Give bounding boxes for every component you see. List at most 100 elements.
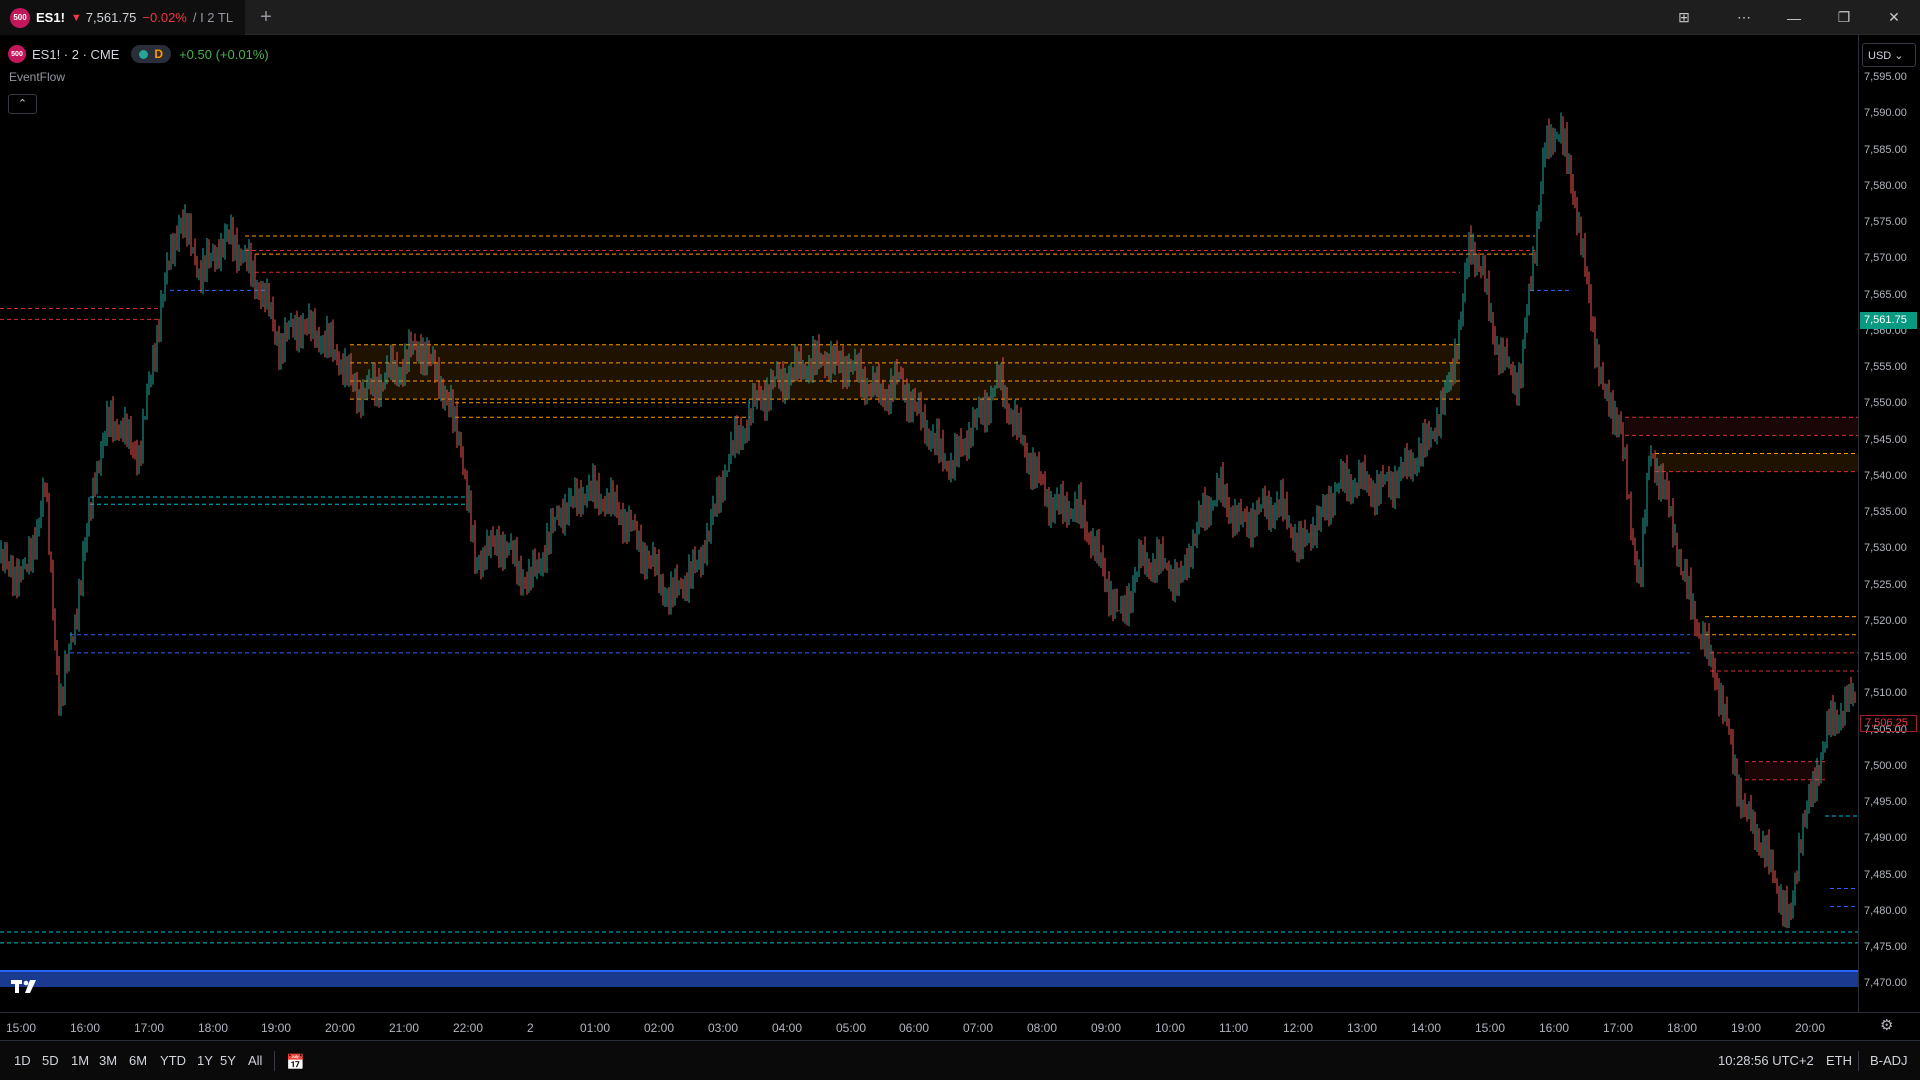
time-tick-label: 09:00 bbox=[1091, 1021, 1122, 1035]
time-tick-label: 14:00 bbox=[1411, 1021, 1442, 1035]
candles bbox=[0, 112, 1856, 929]
alt-price-label: 7,506.25 bbox=[1860, 715, 1917, 732]
legend-logo: 500 bbox=[8, 45, 26, 63]
price-tick-label: 7,580.00 bbox=[1864, 179, 1907, 192]
time-tick-label: 19:00 bbox=[261, 1021, 292, 1035]
time-tick-label: 10:00 bbox=[1155, 1021, 1186, 1035]
range-all[interactable]: All bbox=[248, 1053, 262, 1068]
range-1d[interactable]: 1D bbox=[14, 1053, 31, 1068]
time-tick-label: 21:00 bbox=[389, 1021, 420, 1035]
time-tick-label: 07:00 bbox=[963, 1021, 994, 1035]
time-tick-label: 16:00 bbox=[1539, 1021, 1570, 1035]
time-tick-label: 2 bbox=[527, 1021, 534, 1035]
range-5d[interactable]: 5D bbox=[42, 1053, 59, 1068]
orange-zone bbox=[1655, 453, 1858, 472]
price-tick-label: 7,515.00 bbox=[1864, 651, 1907, 663]
price-tick-label: 7,590.00 bbox=[1864, 107, 1907, 120]
tab-change: −0.02% bbox=[142, 10, 187, 25]
more-icon[interactable]: ⋯ bbox=[1720, 0, 1768, 35]
time-tick-label: 20:00 bbox=[1795, 1021, 1826, 1035]
red-zone bbox=[1625, 417, 1858, 436]
time-tick-label: 06:00 bbox=[899, 1021, 930, 1035]
time-tick-label: 17:00 bbox=[1603, 1021, 1634, 1035]
price-tick-label: 7,535.00 bbox=[1864, 506, 1907, 518]
price-tick-label: 7,470.00 bbox=[1864, 977, 1907, 990]
title-bar: 500 ES1! ▼ 7,561.75 −0.02% / I 2 TL + ⊞ … bbox=[0, 0, 1920, 35]
close-button[interactable]: ✕ bbox=[1870, 0, 1918, 35]
range-6m[interactable]: 6M bbox=[129, 1053, 147, 1068]
time-tick-label: 17:00 bbox=[134, 1021, 165, 1035]
price-tick-label: 7,525.00 bbox=[1864, 578, 1907, 591]
price-tick-label: 7,595.00 bbox=[1864, 71, 1907, 83]
indicator-name[interactable]: EventFlow bbox=[9, 70, 65, 84]
price-tick-label: 7,495.00 bbox=[1864, 796, 1907, 808]
time-tick-label: 13:00 bbox=[1347, 1021, 1378, 1035]
range-ytd[interactable]: YTD bbox=[160, 1053, 186, 1068]
chart-tab[interactable]: 500 ES1! ▼ 7,561.75 −0.02% / I 2 TL bbox=[0, 0, 245, 35]
time-axis[interactable]: 15:00 16:00 17:00 18:00 19:00 20:00 21:00 22:00… bbox=[0, 1012, 1920, 1038]
currency-select[interactable]: USD ⌄ bbox=[1862, 43, 1916, 67]
range-5y[interactable]: 5Y bbox=[220, 1053, 236, 1068]
price-tick-label: 7,550.00 bbox=[1864, 397, 1907, 410]
time-tick-label: 18:00 bbox=[198, 1021, 229, 1035]
adjustment-toggle[interactable]: B-ADJ bbox=[1870, 1053, 1908, 1068]
time-tick-label: 20:00 bbox=[325, 1021, 356, 1035]
symbol-logo: 500 bbox=[10, 7, 30, 28]
time-tick-label: 16:00 bbox=[70, 1021, 101, 1035]
price-tick-label: 7,485.00 bbox=[1864, 868, 1907, 881]
session-toggle[interactable]: ETH bbox=[1826, 1053, 1852, 1068]
tab-rest: / I 2 TL bbox=[192, 10, 234, 25]
current-price-label: 7,561.75 bbox=[1860, 312, 1917, 329]
time-tick-label: 12:00 bbox=[1283, 1021, 1314, 1035]
legend-change: +0.50 (+0.01%) bbox=[179, 46, 269, 62]
price-tick-label: 7,545.00 bbox=[1864, 433, 1907, 446]
time-tick-label: 08:00 bbox=[1027, 1021, 1058, 1035]
pill-label: D bbox=[154, 47, 164, 61]
price-tick-label: 7,575.00 bbox=[1864, 216, 1907, 228]
new-tab-button[interactable]: + bbox=[254, 6, 278, 30]
price-tick-label: 7,570.00 bbox=[1864, 252, 1907, 265]
time-tick-label: 15:00 bbox=[6, 1021, 37, 1035]
price-tick-label: 7,555.00 bbox=[1864, 361, 1907, 373]
price-tick-label: 7,500.00 bbox=[1864, 759, 1907, 772]
layout-icon[interactable]: ⊞ bbox=[1660, 0, 1708, 35]
price-chart[interactable] bbox=[0, 35, 1858, 1012]
blue-band bbox=[0, 970, 1858, 987]
clock-time[interactable]: 10:28:56 UTC+2 bbox=[1718, 1053, 1814, 1068]
settings-gear-icon[interactable]: ⚙ bbox=[1880, 1016, 1893, 1034]
time-tick-label: 05:00 bbox=[836, 1021, 867, 1035]
time-tick-label: 02:00 bbox=[644, 1021, 675, 1035]
time-tick-label: 19:00 bbox=[1731, 1021, 1762, 1035]
calendar-icon[interactable]: 📅 bbox=[286, 1053, 305, 1071]
time-tick-label: 03:00 bbox=[708, 1021, 739, 1035]
price-tick-label: 7,475.00 bbox=[1864, 941, 1907, 953]
divider bbox=[1858, 1051, 1859, 1071]
price-tick-label: 7,490.00 bbox=[1864, 832, 1907, 845]
range-1y[interactable]: 1Y bbox=[197, 1053, 213, 1068]
down-arrow-icon: ▼ bbox=[70, 11, 82, 24]
price-tick-label: 7,510.00 bbox=[1864, 687, 1907, 700]
chart-legend: 500 ES1! · 2 · CME D +0.50 (+0.01%) bbox=[8, 45, 269, 63]
blue-band-edge bbox=[0, 970, 1858, 972]
price-tick-label: 7,480.00 bbox=[1864, 904, 1907, 917]
time-tick-label: 11:00 bbox=[1219, 1021, 1249, 1035]
price-tick-label: 7,530.00 bbox=[1864, 542, 1907, 555]
time-tick-label: 18:00 bbox=[1667, 1021, 1698, 1035]
range-1m[interactable]: 1M bbox=[71, 1053, 89, 1068]
collapse-legend-button[interactable]: ⌃ bbox=[8, 94, 37, 114]
bottom-toolbar: 1D 5D 1M 3M 6M YTD 1Y 5Y All 📅 10:28:56 … bbox=[0, 1040, 1920, 1080]
price-tick-label: 7,565.00 bbox=[1864, 288, 1907, 301]
tab-symbol: ES1! bbox=[36, 10, 65, 25]
status-dot-icon bbox=[139, 49, 149, 59]
tab-price: 7,561.75 bbox=[85, 10, 137, 25]
price-tick-label: 7,540.00 bbox=[1864, 469, 1907, 482]
legend-symbol[interactable]: ES1! · 2 · CME bbox=[32, 47, 119, 62]
divider bbox=[274, 1051, 275, 1071]
minimize-button[interactable]: — bbox=[1770, 0, 1818, 35]
time-tick-label: 22:00 bbox=[453, 1021, 484, 1035]
time-tick-label: 04:00 bbox=[772, 1021, 803, 1035]
restore-button[interactable]: ❐ bbox=[1820, 0, 1868, 35]
price-tick-label: 7,520.00 bbox=[1864, 614, 1907, 627]
range-3m[interactable]: 3M bbox=[99, 1053, 117, 1068]
market-status-pill[interactable]: D bbox=[131, 45, 172, 63]
